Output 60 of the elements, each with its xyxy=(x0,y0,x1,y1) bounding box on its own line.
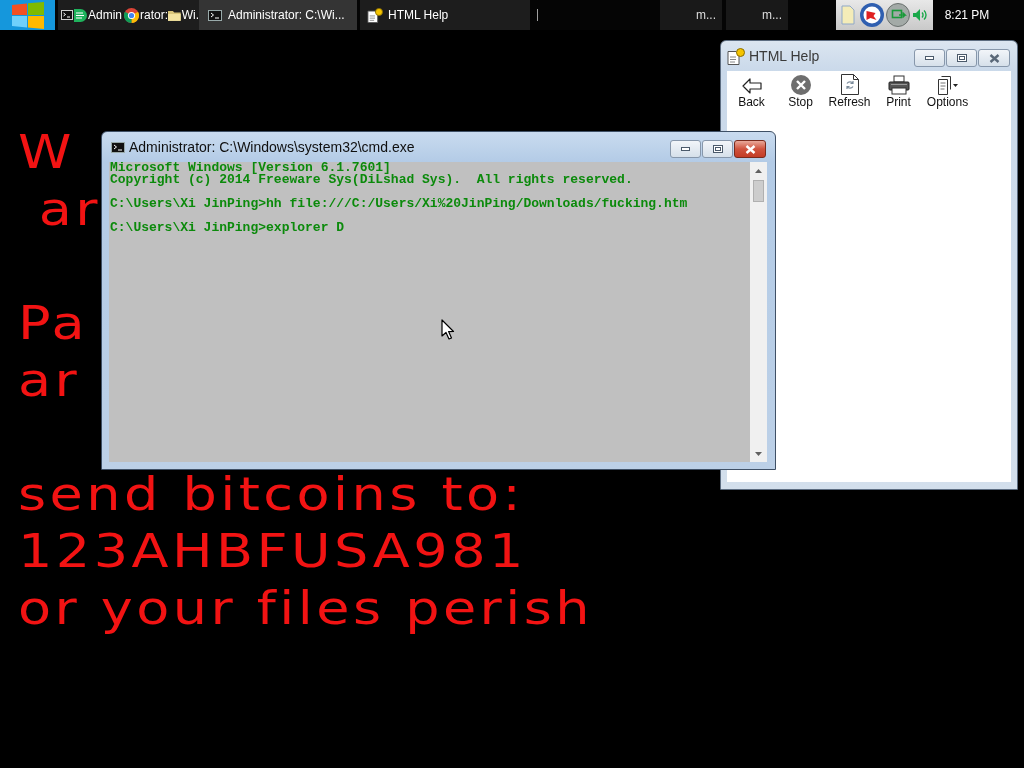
up-arrow-icon xyxy=(755,168,762,173)
minimize-button[interactable] xyxy=(670,140,701,158)
refresh-icon xyxy=(840,74,859,95)
scroll-thumb[interactable] xyxy=(753,180,764,202)
console-icon xyxy=(61,10,73,20)
file-icon xyxy=(841,5,855,25)
close-button[interactable] xyxy=(978,49,1010,67)
minimize-icon xyxy=(681,147,690,151)
start-button[interactable] xyxy=(0,0,55,30)
help-icon xyxy=(367,7,383,23)
close-icon xyxy=(744,144,756,154)
window-title: Administrator: C:\Windows\system32\cmd.exe xyxy=(129,139,415,155)
minimize-button[interactable] xyxy=(914,49,945,67)
toolbar-button[interactable]: Options xyxy=(923,75,972,109)
message-line: W xyxy=(18,123,75,180)
pointer-icon xyxy=(441,319,455,340)
console-icon xyxy=(111,141,125,153)
maximize-button[interactable] xyxy=(946,49,977,67)
toolbar-button[interactable]: Refresh xyxy=(825,75,874,109)
taskbar-button[interactable]: m... xyxy=(726,0,788,30)
maximize-button[interactable] xyxy=(702,140,733,158)
message-line: send bitcoins to: xyxy=(18,465,525,522)
round-badge-icon xyxy=(860,3,884,27)
console-icon xyxy=(208,9,222,21)
maximize-icon xyxy=(712,145,723,153)
console-line: Copyright (c) 2014 Freeware Sys(DiLshad Sys). All rights reserved. xyxy=(110,174,633,186)
back-arrow-icon xyxy=(741,77,762,95)
message-line: ar xyxy=(37,180,101,237)
taskbar-button[interactable]: rator: xyxy=(123,0,168,30)
minimize-icon xyxy=(925,56,934,60)
windows-logo-icon xyxy=(11,1,44,29)
console-line: C:\Users\Xi JinPing>hh file:///C:/Users/Xi%20JinPing/Downloads/fucking.htm xyxy=(110,198,688,210)
console-line: Microsoft Windows [Version 6.1.7601] xyxy=(110,162,391,174)
message-line: or your files perish xyxy=(18,579,594,636)
taskbar-button[interactable]: HTML Help xyxy=(360,0,530,30)
circle-logo-icon xyxy=(124,7,139,23)
note-icon xyxy=(74,8,87,22)
toolbar-button[interactable]: Stop xyxy=(776,75,825,109)
window-title: HTML Help xyxy=(749,48,820,64)
message-line: Pa xyxy=(18,294,89,351)
message-line: 123AHBFUSA981 xyxy=(18,522,527,579)
toolbar-button[interactable]: Print xyxy=(874,75,923,109)
help-icon xyxy=(727,47,745,65)
printer-icon xyxy=(887,75,910,95)
close-button[interactable] xyxy=(734,140,766,158)
taskbar-button[interactable]: Admin xyxy=(58,0,123,30)
console-line: C:\Users\Xi JinPing>explorer D xyxy=(110,222,345,234)
taskbar-button[interactable]: Administrator: C:\Wi... xyxy=(199,0,357,30)
message-line: ar xyxy=(18,351,81,408)
toolbar-button[interactable]: Back xyxy=(727,75,776,109)
taskbar-button[interactable]: m... xyxy=(660,0,722,30)
folder-icon xyxy=(168,9,181,21)
close-icon xyxy=(988,53,1000,63)
options-icon xyxy=(936,75,959,95)
speaker-icon xyxy=(912,8,928,22)
stop-icon xyxy=(790,75,811,95)
down-arrow-icon xyxy=(755,451,762,456)
taskbar-button[interactable]: Wi. xyxy=(168,0,199,30)
maximize-icon xyxy=(956,54,967,62)
clock[interactable]: 8:21 PM xyxy=(933,0,1001,30)
